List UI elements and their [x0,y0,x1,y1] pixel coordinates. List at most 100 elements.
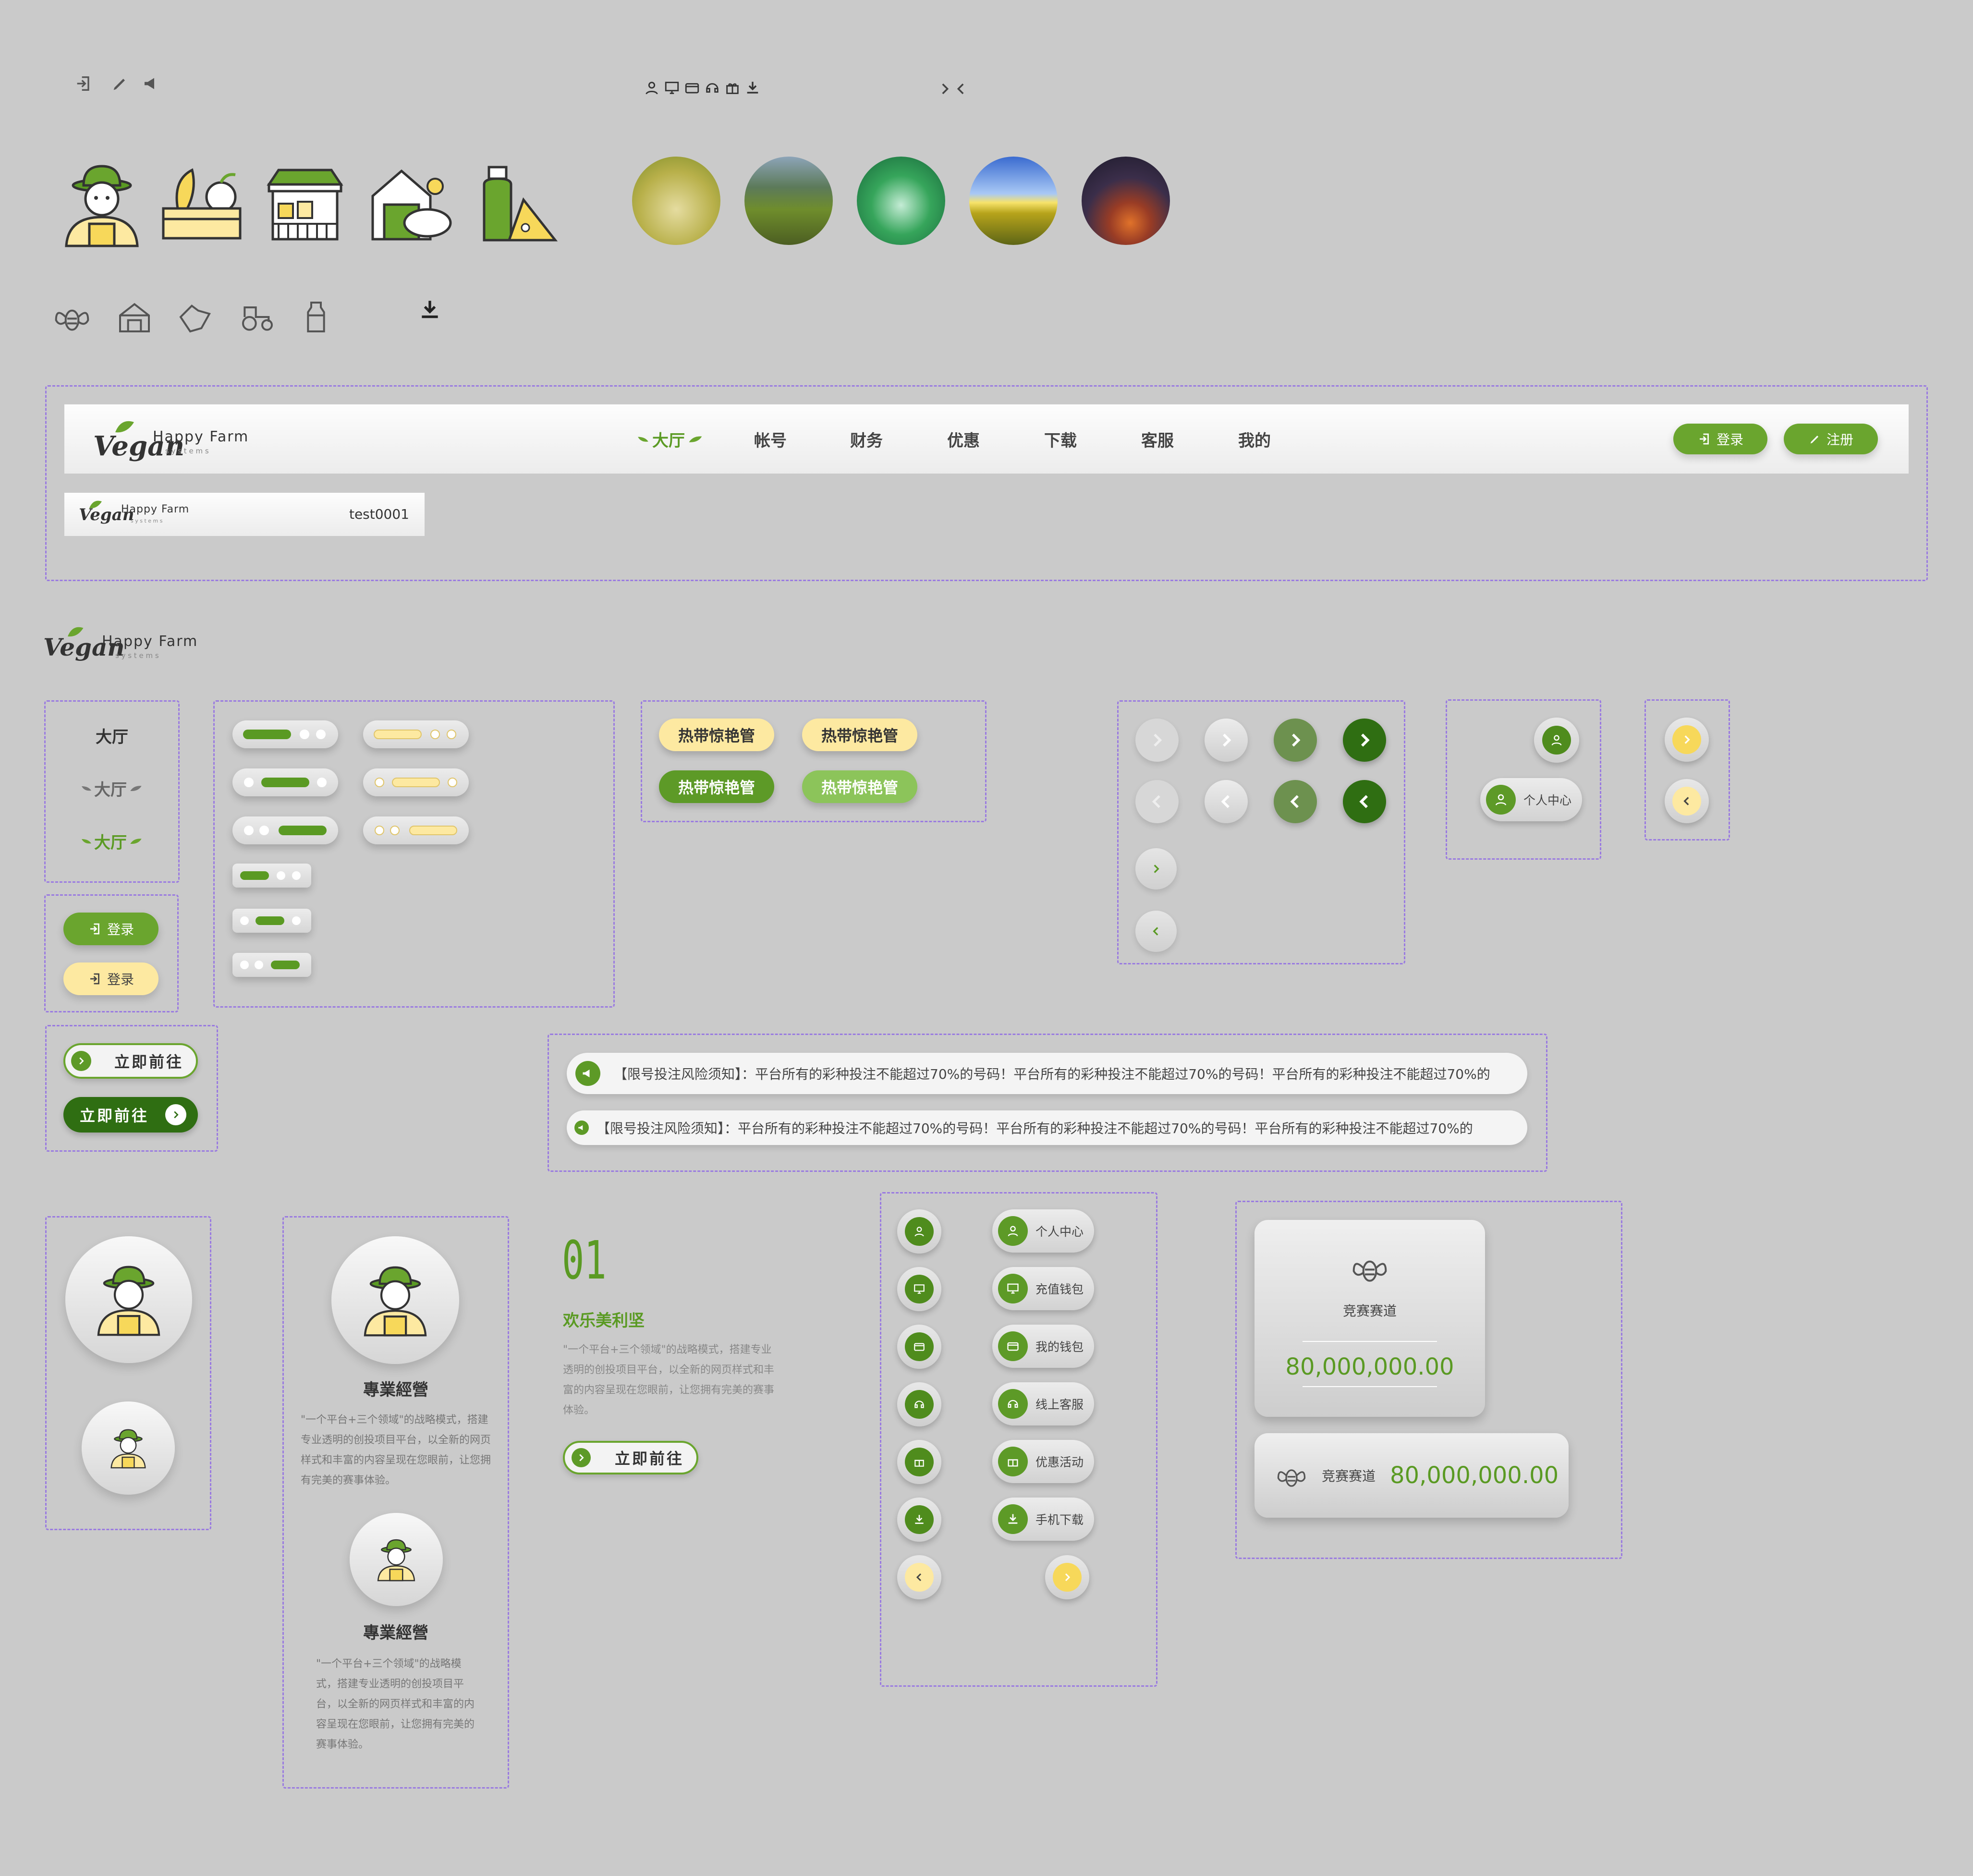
side-round-personal[interactable] [897,1209,941,1254]
chevron-left-icon [1683,797,1689,805]
pill-indicator-yellow-2[interactable] [363,768,469,796]
arrow-left-small[interactable] [1135,911,1177,952]
nav-state-hover[interactable]: 大厅 [44,771,180,805]
feature-go-button[interactable]: 立即前往 [563,1441,698,1474]
farmer-icon [364,1266,427,1337]
notice-bar-small[interactable]: 【限号投注风险须知】：平台所有的彩种投注不能超过70%的号码！平台所有的彩种投注… [567,1110,1527,1145]
leaf-right-icon [130,839,142,844]
chevron-left-icon[interactable] [953,81,969,97]
side-menu-box [880,1192,1157,1687]
side-round-promo[interactable] [897,1440,941,1484]
nav-item-download[interactable]: 下载 [1044,404,1077,474]
go-button-outline[interactable]: 立即前往 [63,1043,198,1079]
pill-indicator-yellow-3[interactable] [363,816,469,844]
side-round-prev[interactable] [897,1555,941,1599]
logo-name: Happy Farm [102,633,198,650]
arrow-right-disabled[interactable] [1135,719,1179,762]
gift-icon [914,1460,924,1467]
nav-item-promo[interactable]: 优惠 [947,404,980,474]
headset-icon [1008,1400,1018,1408]
nav-item-mine[interactable]: 我的 [1238,404,1271,474]
photo-wheat-hand [632,157,720,245]
yellow-arrow-left-button[interactable] [1665,779,1709,823]
milk-cheese-icon [483,166,558,242]
login-button-yellow[interactable]: 登录 [63,962,158,995]
login-icon [90,973,99,985]
arrow-right-default[interactable] [1205,719,1248,762]
nav-item-hall[interactable]: 大厅 [637,404,703,474]
stats-value: 80,000,000.00 [1285,1353,1454,1380]
go-button-filled[interactable]: 立即前往 [63,1097,198,1133]
user-icon [914,1227,924,1237]
card-avatar-large [331,1236,459,1364]
pill-indicator-3[interactable] [232,816,338,844]
stats-card-vertical: 竞赛赛道 80,000,000.00 [1254,1220,1485,1417]
farmer-icon [97,1266,160,1336]
user-icon [1495,794,1507,805]
pill-indicator-yellow-1[interactable] [363,720,469,748]
chevron-left-icon [916,1573,922,1582]
chevron-right-icon [1684,735,1690,744]
pill-indicator-small-3[interactable] [232,953,311,977]
tag-green[interactable]: 热带惊艳管 [659,770,774,803]
pill-indicator-1[interactable] [232,720,338,748]
arrow-right-small[interactable] [1135,848,1177,889]
mini-header: Vegan Happy Farm s y s t e m s test0001 [64,493,425,536]
logo-sub: s y s t e m s [165,447,209,455]
side-pill-wallet[interactable]: 我的钱包 [992,1325,1094,1368]
tag-light-green[interactable]: 热带惊艳管 [802,770,917,803]
login-button[interactable]: 登录 [1673,424,1767,454]
pill-indicator-small-2[interactable] [232,909,311,933]
arrow-right-active[interactable] [1343,719,1386,762]
side-pill-personal[interactable]: 个人中心 [992,1209,1094,1253]
register-button[interactable]: 注册 [1784,424,1878,454]
side-round-next[interactable] [1045,1555,1089,1599]
tag-yellow[interactable]: 热带惊艳管 [659,719,774,751]
wallet-charge-icon [1007,1283,1019,1294]
logo-sub: s y s t e m s [115,651,159,660]
personal-center-round-button[interactable] [1534,718,1579,763]
side-pill-download[interactable]: 手机下载 [992,1498,1094,1541]
notice-bar-large[interactable]: 【限号投注风险须知】：平台所有的彩种投注不能超过70%的号码！平台所有的彩种投注… [567,1053,1527,1094]
arrow-left-hover[interactable] [1274,780,1317,823]
nav-item-service[interactable]: 客服 [1141,404,1174,474]
photo-carrots [1082,157,1170,245]
side-pill-service[interactable]: 线上客服 [992,1382,1094,1425]
nav-item-account[interactable]: 帐号 [754,404,787,474]
logo[interactable]: Vegan Happy Farm s y s t e m s [93,418,266,462]
arrow-left-default[interactable] [1205,780,1248,823]
side-pill-promo[interactable]: 优惠活动 [992,1440,1094,1483]
logo-standalone: Vegan Happy Farm s y s t e m s [43,624,216,663]
side-round-wallet[interactable] [897,1325,941,1369]
nav-state-active[interactable]: 大厅 [44,824,180,858]
side-round-service[interactable] [897,1382,941,1426]
tractor-icon [242,306,273,331]
pill-indicator-small-1[interactable] [232,864,311,888]
nav-state-default[interactable]: 大厅 [44,719,180,752]
pill-indicator-2[interactable] [232,768,338,796]
tag-yellow-hover[interactable]: 热带惊艳管 [802,719,917,751]
side-pill-charge[interactable]: 充值钱包 [992,1267,1094,1310]
avatar-small [82,1401,175,1495]
feature-text: "一个平台+三个领域"的战略模式，搭建专业透明的创投项目平台，以全新的网页样式和… [563,1344,775,1416]
bee-icon [1352,1260,1387,1282]
arrow-right-hover[interactable] [1274,719,1317,762]
stats-label-2: 竞赛赛道 [1322,1468,1376,1484]
side-round-charge[interactable] [897,1267,941,1311]
yellow-arrow-right-button[interactable] [1665,718,1709,762]
download-icon [1008,1514,1018,1524]
nav-item-finance[interactable]: 财务 [850,404,883,474]
login-button-green[interactable]: 登录 [63,913,158,945]
photo-sunset-field [969,157,1058,245]
chevron-right-icon[interactable] [937,81,953,97]
personal-center-pill-button[interactable]: 个人中心 [1480,778,1582,821]
arrow-left-active[interactable] [1343,780,1386,823]
feature-number: 01 [562,1230,607,1291]
download-icon[interactable] [418,298,442,322]
arrow-left-disabled[interactable] [1135,780,1179,823]
bee-icon [55,309,89,331]
card-title-2: 專業經營 [363,1623,428,1643]
side-round-download[interactable] [897,1498,941,1542]
arrow-right-circle-icon [572,1448,591,1467]
leaf-left-icon [82,786,91,791]
